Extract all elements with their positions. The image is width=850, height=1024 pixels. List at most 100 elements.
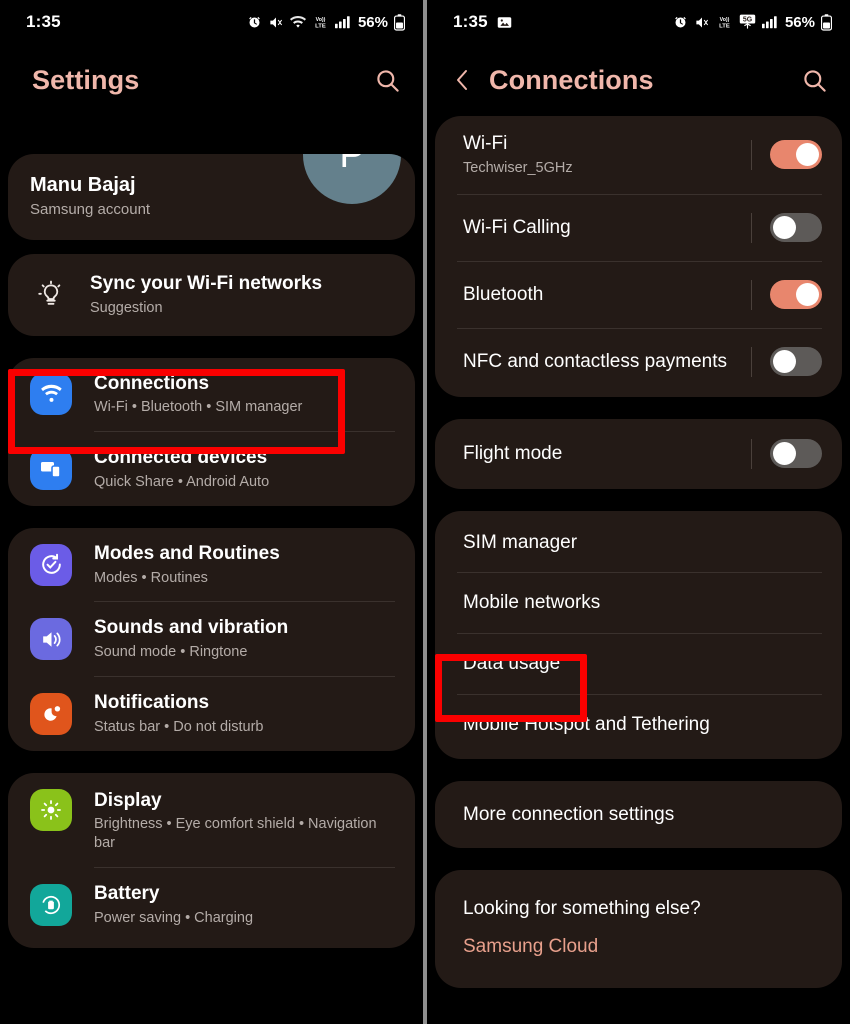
mobile-networks-text: Mobile networks	[463, 591, 822, 615]
row-more-connection-settings[interactable]: More connection settings	[435, 781, 842, 849]
mute-icon	[694, 15, 710, 30]
page-title: Connections	[489, 64, 654, 95]
sidebar-item-label: Notifications	[94, 691, 210, 713]
sidebar-item-connections[interactable]: Connections Wi-Fi • Bluetooth • SIM mana…	[8, 358, 415, 432]
sound-icon	[30, 618, 72, 661]
modes-text: Modes and Routines Modes • Routines	[94, 542, 395, 588]
row-subtitle: Techwiser_5GHz	[463, 159, 573, 176]
sidebar-item-label: Modes and Routines	[94, 542, 280, 564]
search-icon[interactable]	[801, 67, 828, 94]
bluetooth-toggle[interactable]	[770, 280, 822, 310]
row-mobile-networks[interactable]: Mobile networks	[435, 573, 842, 633]
volte-icon: Vo)) LTE	[312, 15, 329, 30]
suggestion-row[interactable]: Sync your Wi-Fi networks Suggestion	[8, 254, 415, 336]
wifi-calling-toggle[interactable]	[770, 213, 822, 243]
sidebar-item-sounds-and-vibration[interactable]: Sounds and vibration Sound mode • Ringto…	[8, 602, 415, 676]
battery-icon	[821, 13, 832, 31]
wifi-icon	[30, 373, 72, 416]
row-wifi-calling[interactable]: Wi-Fi Calling	[435, 195, 842, 261]
nfc-toggle-wrap[interactable]	[751, 346, 822, 377]
sidebar-item-label: Connections	[94, 372, 210, 394]
mobile-hotspot-text: Mobile Hotspot and Tethering	[463, 713, 822, 737]
suggestion-subtitle: Suggestion	[90, 299, 163, 316]
row-mobile-hotspot[interactable]: Mobile Hotspot and Tethering	[435, 695, 842, 759]
sidebar-item-subtitle: Power saving • Charging	[94, 909, 254, 926]
page-title: Settings	[32, 64, 140, 95]
row-wifi[interactable]: Wi-Fi Techwiser_5GHz	[435, 116, 842, 194]
wifi-calling-toggle-wrap[interactable]	[751, 212, 822, 243]
flight-mode-toggle-wrap[interactable]	[751, 438, 822, 469]
modes-icon	[30, 543, 72, 586]
sidebar-item-connected-devices[interactable]: Connected devices Quick Share • Android …	[8, 432, 415, 506]
network-settings-group: SIM manager Mobile networks Data usage M…	[435, 510, 842, 759]
battery-percent: 56%	[357, 13, 388, 31]
status-bar-left: 1:35 Vo)) LTE 56%	[0, 0, 423, 44]
toggle-separator	[751, 139, 752, 170]
footer-question-row: Looking for something else?	[435, 870, 842, 928]
row-nfc[interactable]: NFC and contactless payments	[435, 329, 842, 397]
footer-link-row[interactable]: Samsung Cloud	[435, 928, 842, 988]
settings-group-modes: Modes and Routines Modes • Routines Soun…	[8, 527, 415, 751]
toggle-knob	[796, 283, 819, 307]
row-sim-manager[interactable]: SIM manager	[435, 511, 842, 573]
notifications-icon	[30, 692, 72, 735]
battery-icon	[30, 883, 72, 926]
sounds-text: Sounds and vibration Sound mode • Ringto…	[94, 616, 395, 662]
sim-manager-text: SIM manager	[463, 531, 822, 555]
connections-text: Connections Wi-Fi • Bluetooth • SIM mana…	[94, 372, 395, 418]
svg-text:LTE: LTE	[719, 23, 730, 29]
row-label: SIM manager	[463, 531, 578, 553]
left-panel-settings: 1:35 Vo)) LTE 56% Settings P Manu Bajaj …	[0, 0, 423, 1024]
flight-mode-card: Flight mode	[435, 418, 842, 489]
row-bluetooth[interactable]: Bluetooth	[435, 262, 842, 328]
lightbulb-icon	[30, 274, 72, 316]
wifi-icon	[289, 15, 306, 29]
nfc-toggle[interactable]	[770, 347, 822, 377]
wifi-toggle[interactable]	[770, 140, 822, 170]
battery-percent: 56%	[784, 13, 815, 31]
sidebar-item-label: Sounds and vibration	[94, 617, 289, 639]
back-chevron-icon[interactable]	[451, 67, 475, 93]
row-label: Data usage	[463, 653, 561, 675]
search-icon[interactable]	[374, 67, 401, 94]
flight-mode-text: Flight mode	[463, 442, 751, 466]
suggestion-card[interactable]: Sync your Wi-Fi networks Suggestion	[8, 254, 415, 336]
flight-mode-toggle[interactable]	[770, 439, 822, 469]
wifi-calling-text: Wi-Fi Calling	[463, 216, 751, 240]
profile-spacer	[0, 116, 423, 154]
display-icon	[30, 788, 72, 831]
row-data-usage[interactable]: Data usage	[435, 634, 842, 694]
connected-devices-text: Connected devices Quick Share • Android …	[94, 446, 395, 492]
image-icon	[497, 15, 512, 30]
signal-icon	[334, 15, 351, 29]
status-icons-right: Vo)) LTE 56%	[247, 14, 405, 31]
row-label: Mobile networks	[463, 592, 601, 614]
toggle-separator	[751, 438, 752, 469]
sidebar-item-notifications[interactable]: Notifications Status bar • Do not distur…	[8, 677, 415, 751]
connections-header: Connections	[427, 44, 850, 116]
dual-screenshot-container: 1:35 Vo)) LTE 56% Settings P Manu Bajaj …	[0, 0, 850, 1024]
more-connection-settings-card[interactable]: More connection settings	[435, 780, 842, 849]
row-label: Bluetooth	[463, 283, 544, 305]
sidebar-item-subtitle: Quick Share • Android Auto	[94, 473, 270, 490]
data-usage-text: Data usage	[463, 652, 822, 676]
sidebar-item-battery[interactable]: Battery Power saving • Charging	[8, 868, 415, 948]
status-bar-right: 1:35 Vo)) LTE 5G 56%	[427, 0, 850, 44]
suggestion-text: Sync your Wi-Fi networks Suggestion	[90, 272, 395, 318]
signal-icon	[761, 15, 778, 29]
row-flight-mode[interactable]: Flight mode	[435, 419, 842, 489]
bluetooth-toggle-wrap[interactable]	[751, 279, 822, 310]
toggle-separator	[751, 212, 752, 243]
samsung-account-card[interactable]: P Manu Bajaj Samsung account	[8, 154, 415, 240]
looking-for-something-else-card: Looking for something else? Samsung Clou…	[435, 870, 842, 989]
sidebar-item-modes-and-routines[interactable]: Modes and Routines Modes • Routines	[8, 528, 415, 602]
svg-text:Vo)): Vo))	[316, 17, 326, 23]
sidebar-item-display[interactable]: Display Brightness • Eye comfort shield …	[8, 773, 415, 867]
sidebar-item-label: Display	[94, 789, 162, 811]
suggestion-title: Sync your Wi-Fi networks	[90, 273, 323, 294]
wifi-toggle-wrap[interactable]	[751, 139, 822, 170]
bluetooth-text: Bluetooth	[463, 283, 751, 307]
volte-icon: Vo)) LTE	[716, 15, 733, 30]
alarm-icon	[673, 15, 688, 30]
samsung-cloud-link[interactable]: Samsung Cloud	[463, 936, 598, 958]
